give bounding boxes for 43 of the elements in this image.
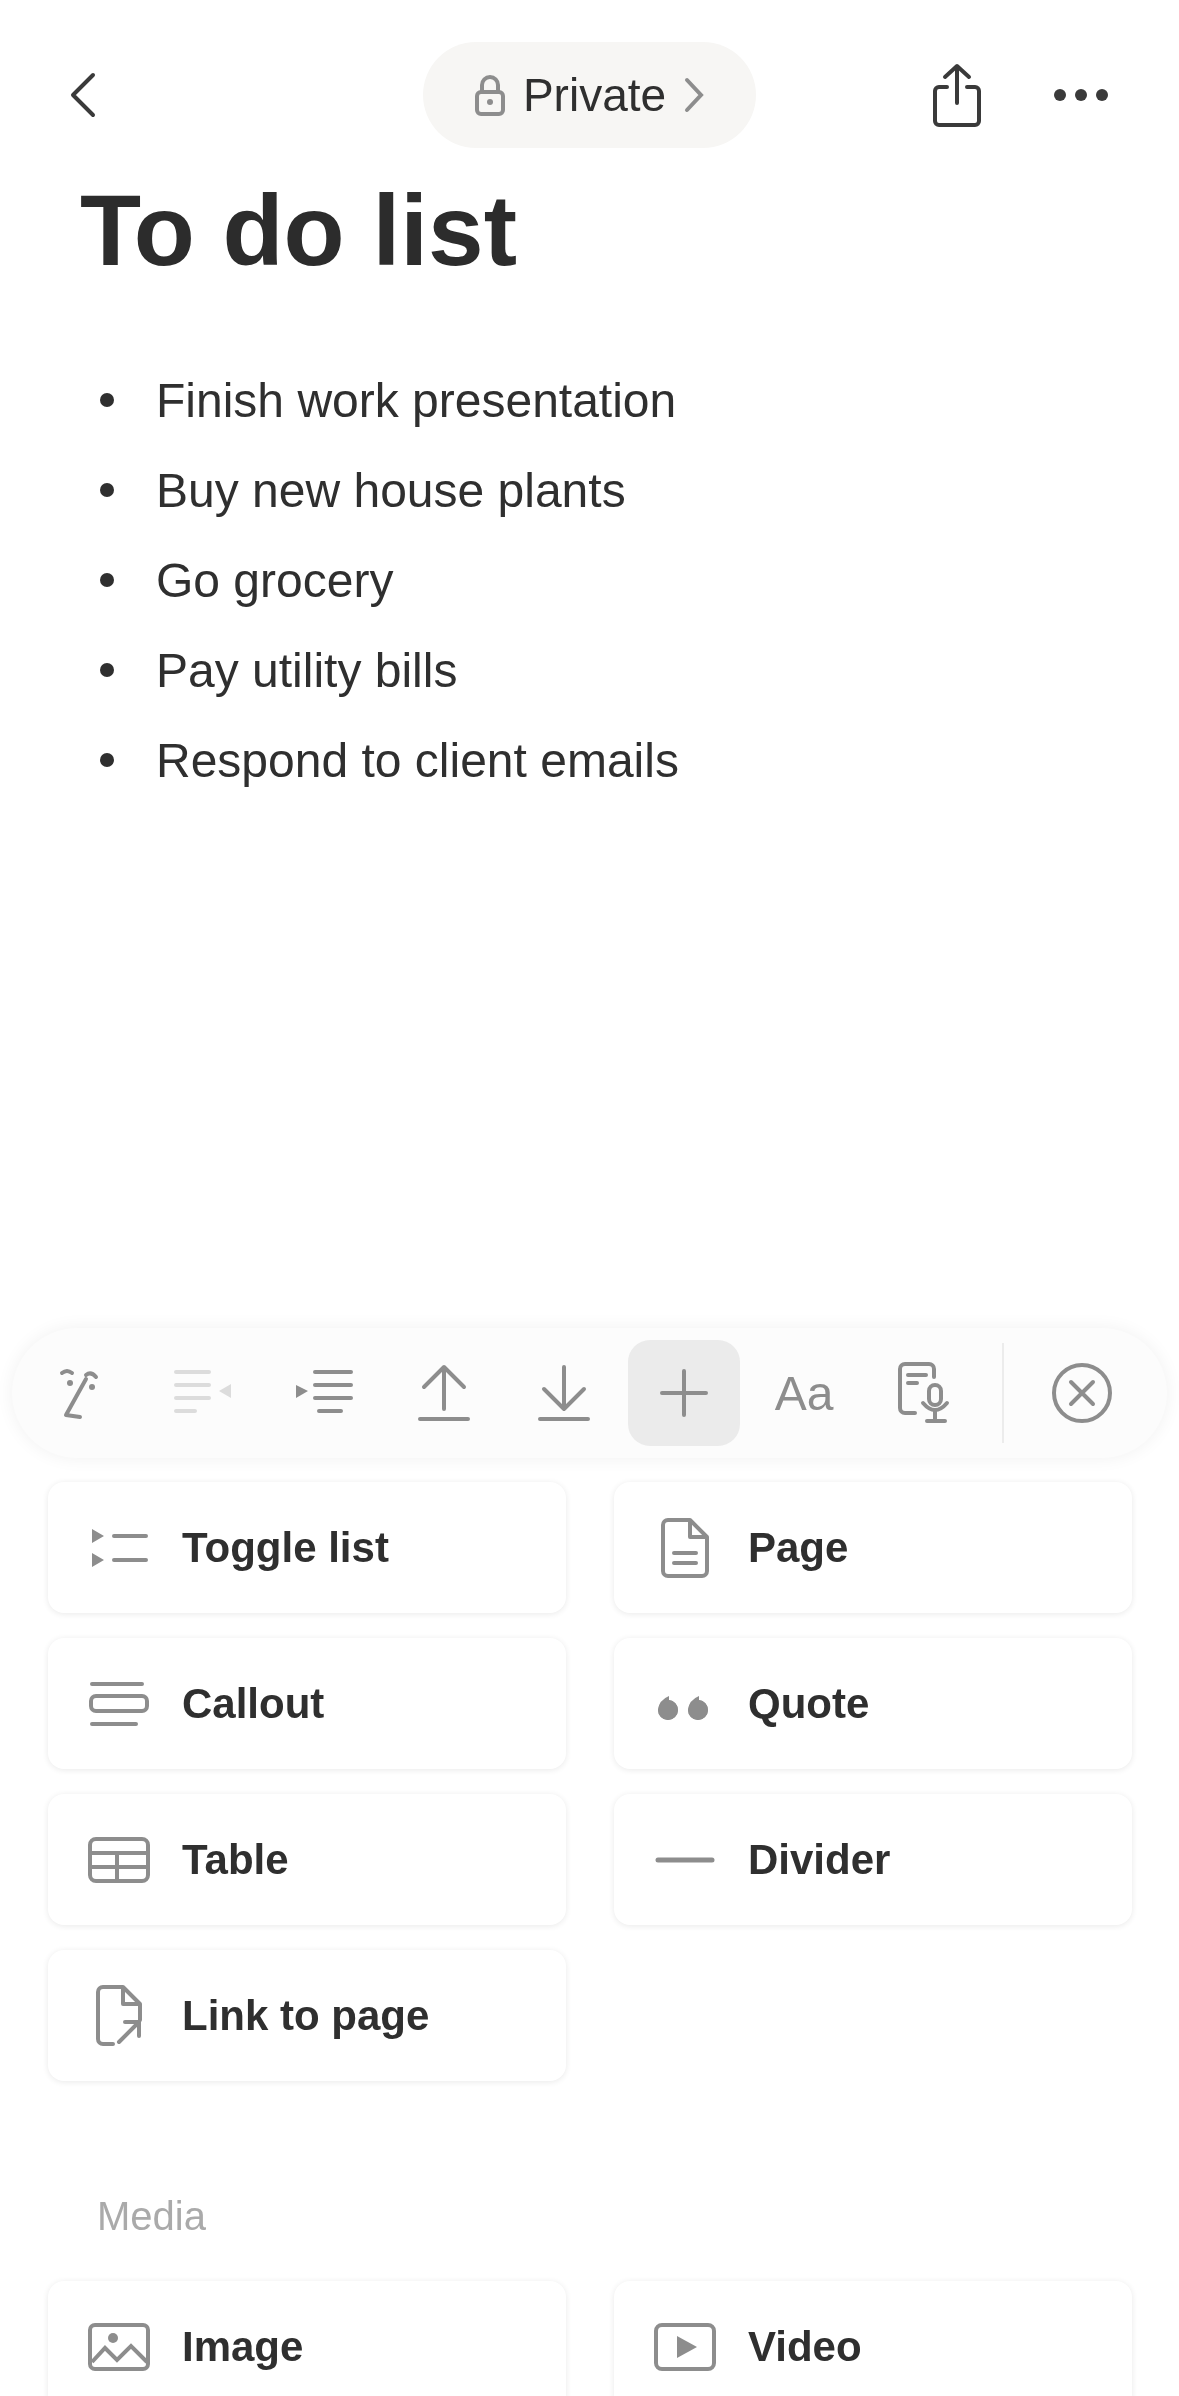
list-item-text[interactable]: Buy new house plants [156, 462, 626, 518]
image-icon [87, 2321, 151, 2372]
table-icon [87, 1835, 151, 1884]
block-option[interactable]: Divider [614, 1794, 1132, 1925]
callout-icon [88, 1680, 150, 1727]
back-button[interactable] [70, 72, 96, 118]
block-option[interactable]: Toggle list [48, 1482, 566, 1613]
block-option[interactable]: Link to page [48, 1950, 566, 2081]
block-option[interactable]: Image [48, 2281, 566, 2396]
more-button[interactable] [1053, 88, 1109, 102]
download-arrow-icon [536, 1363, 592, 1423]
page-icon [660, 1516, 710, 1579]
bullet-icon [100, 663, 114, 677]
upload-arrow-icon [416, 1363, 472, 1423]
block-option[interactable]: Quote [614, 1638, 1132, 1769]
list-item-text[interactable]: Pay utility bills [156, 642, 458, 698]
bullet-icon [100, 753, 114, 767]
toggle-list-icon [90, 1526, 148, 1569]
share-button[interactable] [931, 63, 983, 127]
more-icon [1053, 88, 1109, 102]
add-button[interactable] [628, 1340, 740, 1446]
plus-icon [659, 1368, 709, 1418]
bullet-icon [100, 573, 114, 587]
list-item-text[interactable]: Finish work presentation [156, 372, 677, 428]
block-option[interactable]: Video [614, 2281, 1132, 2396]
bullet-icon [100, 393, 114, 407]
section-heading: Media [97, 2193, 206, 2240]
link-to-page-icon [93, 1983, 145, 2048]
block-option[interactable]: Page [614, 1482, 1132, 1613]
divider-icon [655, 1856, 715, 1863]
bullet-icon [100, 483, 114, 497]
privacy-button[interactable]: Private [423, 42, 756, 148]
list-item-text[interactable]: Go grocery [156, 552, 394, 608]
lock-icon [474, 74, 505, 116]
page-title: To do list [80, 173, 517, 288]
close-icon [1050, 1361, 1114, 1425]
back-icon [70, 72, 96, 118]
share-icon [931, 63, 983, 127]
block-option[interactable]: Table [48, 1794, 566, 1925]
chevron-right-icon [684, 77, 705, 113]
block-option[interactable]: Callout [48, 1638, 566, 1769]
list-item-text[interactable]: Respond to client emails [156, 732, 679, 788]
video-icon [653, 2321, 717, 2372]
